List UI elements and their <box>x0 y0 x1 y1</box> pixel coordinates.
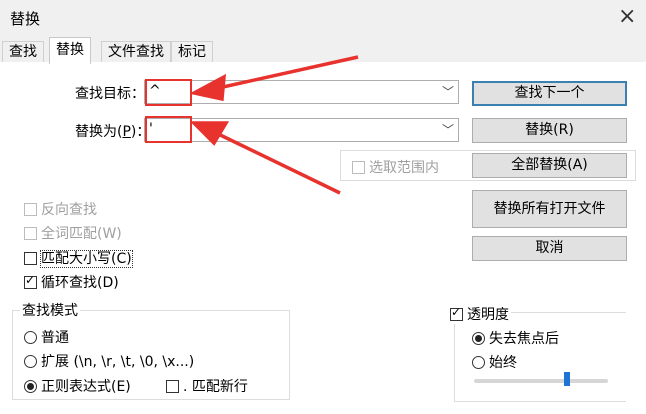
dot-newline-checkbox[interactable] <box>166 379 179 393</box>
replace-all-button[interactable]: 全部替换(A) <box>472 153 627 178</box>
mode-regex-option[interactable]: 正则表达式(E) <box>24 376 131 396</box>
annotation-arrows <box>190 55 359 195</box>
checkmark-icon: ✓ <box>25 272 36 287</box>
find-next-button[interactable]: 查找下一个 <box>472 81 627 106</box>
lose-focus-radio[interactable] <box>472 331 485 345</box>
find-label: 查找目标： <box>75 86 145 102</box>
transparency-lose-focus-option[interactable]: 失去焦点后 <box>472 328 559 348</box>
dot-newline-option[interactable]: . 匹配新行 <box>166 376 248 396</box>
checkmark-icon: ✓ <box>451 304 462 319</box>
arrow-line <box>211 129 341 195</box>
arrow-head <box>190 73 227 102</box>
mode-regex-radio[interactable] <box>24 379 37 393</box>
backward-checkbox <box>24 202 37 216</box>
transparency-always-option[interactable]: 始终 <box>472 352 517 372</box>
whole-word-option: 全词匹配(W) <box>24 223 122 243</box>
tab-find[interactable]: 查找 <box>2 41 44 63</box>
mode-normal-radio[interactable] <box>24 330 37 344</box>
tab-find-in-files[interactable]: 文件查找 <box>101 41 171 63</box>
transparency-slider-thumb[interactable] <box>564 372 570 386</box>
wrap-around-option[interactable]: ✓ 循环查找(D) <box>24 272 119 292</box>
arrow-line <box>213 55 359 91</box>
in-selection-option: 选取范围内 <box>352 157 439 177</box>
search-mode-title: 查找模式 <box>20 300 80 320</box>
mode-normal-option[interactable]: 普通 <box>24 327 69 347</box>
mode-extended-radio[interactable] <box>24 354 37 368</box>
whole-word-checkbox <box>24 226 37 240</box>
transparency-option[interactable]: ✓ 透明度 <box>448 304 511 324</box>
window-title: 替换 <box>10 10 41 28</box>
chevron-down-icon[interactable]: ﹀ <box>442 83 454 100</box>
annotation-box <box>145 79 192 106</box>
match-case-checkbox[interactable] <box>24 251 37 265</box>
replace-button[interactable]: 替换(R) <box>472 118 627 143</box>
transparency-slider-track[interactable] <box>474 379 608 383</box>
mode-extended-option[interactable]: 扩展 (\n, \r, \t, \0, \x...) <box>24 351 194 371</box>
replace-dialog: 替换 × 查找 替换 文件查找 标记 查找目标： ^ ﹀ 替换为(P)： ' ﹀… <box>0 0 646 414</box>
replace-label: 替换为(P)： <box>75 124 151 140</box>
tab-replace[interactable]: 替换 <box>49 37 91 64</box>
close-icon[interactable]: × <box>618 6 636 28</box>
wrap-around-checkbox[interactable]: ✓ <box>24 272 37 289</box>
transparency-checkbox[interactable]: ✓ <box>450 304 463 321</box>
in-selection-checkbox <box>352 160 365 174</box>
match-case-option[interactable]: 匹配大小写(C) <box>24 248 133 268</box>
arrow-head <box>190 121 230 146</box>
replace-all-open-files-button[interactable]: 替换所有打开文件 <box>472 190 627 228</box>
chevron-down-icon[interactable]: ﹀ <box>442 121 454 138</box>
backward-option: 反向查找 <box>24 199 97 219</box>
annotation-box <box>145 116 192 143</box>
always-radio[interactable] <box>472 355 485 369</box>
cancel-button[interactable]: 取消 <box>472 236 627 261</box>
